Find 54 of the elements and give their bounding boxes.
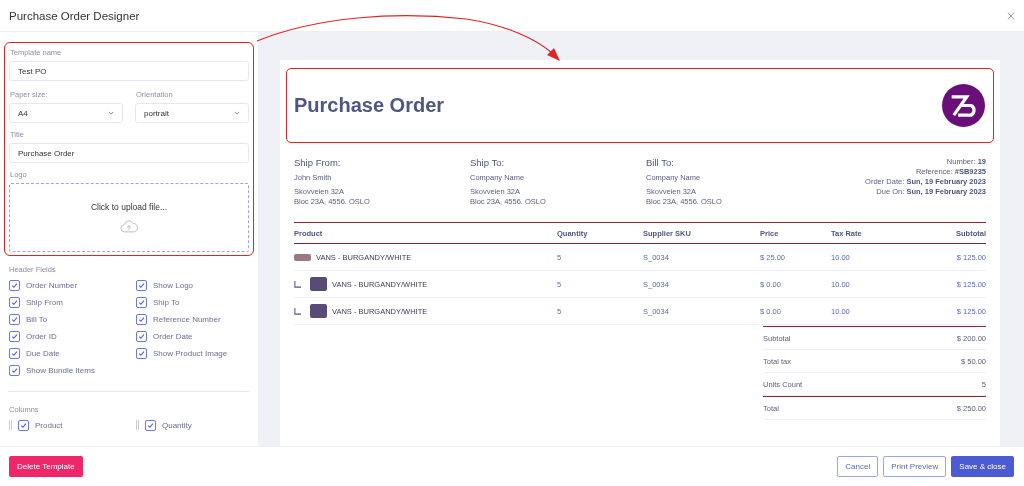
- checkbox[interactable]: [136, 348, 147, 359]
- checkbox-label: Order Number: [26, 281, 78, 290]
- checkbox[interactable]: [9, 331, 20, 342]
- logo-icon: [942, 84, 985, 127]
- checkbox-label: Bill To: [26, 315, 48, 324]
- checkbox-label: Order Date: [153, 332, 193, 341]
- paper-size-dropdown[interactable]: A4: [9, 103, 123, 123]
- upload-area[interactable]: Click to upload file...: [9, 183, 249, 252]
- photo-placeholder: [310, 277, 327, 291]
- photo-placeholder: [310, 304, 327, 318]
- checkmark-icon: [19, 421, 28, 430]
- checkbox-label: Order ID: [26, 332, 57, 341]
- child-item-icon: [294, 280, 301, 288]
- checkbox[interactable]: [136, 297, 147, 308]
- drag-handle-icon[interactable]: [136, 420, 139, 431]
- drag-handle-icon[interactable]: [9, 420, 12, 431]
- checkbox[interactable]: [136, 331, 147, 342]
- save-and-close-button[interactable]: Save & close: [951, 456, 1014, 477]
- checkbox[interactable]: [136, 314, 147, 325]
- address-heading: Ship From:: [294, 157, 342, 168]
- checkbox-label: Show Bundle Items: [26, 366, 95, 375]
- address-heading: Bill To:: [646, 157, 675, 168]
- chevron-down-icon: [234, 111, 240, 115]
- checkbox[interactable]: [145, 420, 156, 431]
- checkbox-label: Show Logo: [153, 281, 194, 290]
- photo-placeholder: [294, 253, 311, 261]
- checkbox-label: Reference Number: [153, 315, 221, 324]
- cancel-button[interactable]: Cancel: [837, 456, 879, 477]
- title-field[interactable]: Purchase Order: [9, 143, 249, 163]
- checkbox-label: Product: [35, 421, 63, 430]
- checkbox-label: Ship From: [26, 298, 63, 307]
- checkbox-label: Quantity: [162, 421, 192, 430]
- checkbox[interactable]: [9, 297, 20, 308]
- checkbox-label: Ship To: [153, 298, 180, 307]
- window-title: Purchase Order Designer: [9, 9, 140, 22]
- cloud-upload-icon: [120, 220, 138, 233]
- close-icon[interactable]: [1007, 11, 1015, 20]
- checkbox[interactable]: [9, 314, 20, 325]
- orientation-dropdown[interactable]: portrait: [135, 103, 249, 123]
- checkbox[interactable]: [136, 280, 147, 291]
- document-title: Purchase Order: [294, 94, 445, 117]
- delete-template-button[interactable]: Delete Template: [9, 456, 83, 477]
- checkbox[interactable]: [9, 280, 20, 291]
- template-name-field[interactable]: Test PO: [9, 61, 249, 81]
- chevron-down-icon: [108, 111, 114, 115]
- checkbox[interactable]: [9, 365, 20, 376]
- checkbox[interactable]: [9, 348, 20, 359]
- checkbox-label: Show Product Image: [153, 349, 228, 358]
- address-heading: Ship To:: [470, 157, 506, 168]
- checkbox-label: Due Date: [26, 349, 60, 358]
- checkmark-icon: [146, 421, 155, 430]
- checkbox[interactable]: [18, 420, 29, 431]
- print-preview-button[interactable]: Print Preview: [883, 456, 947, 477]
- child-item-icon: [294, 307, 301, 315]
